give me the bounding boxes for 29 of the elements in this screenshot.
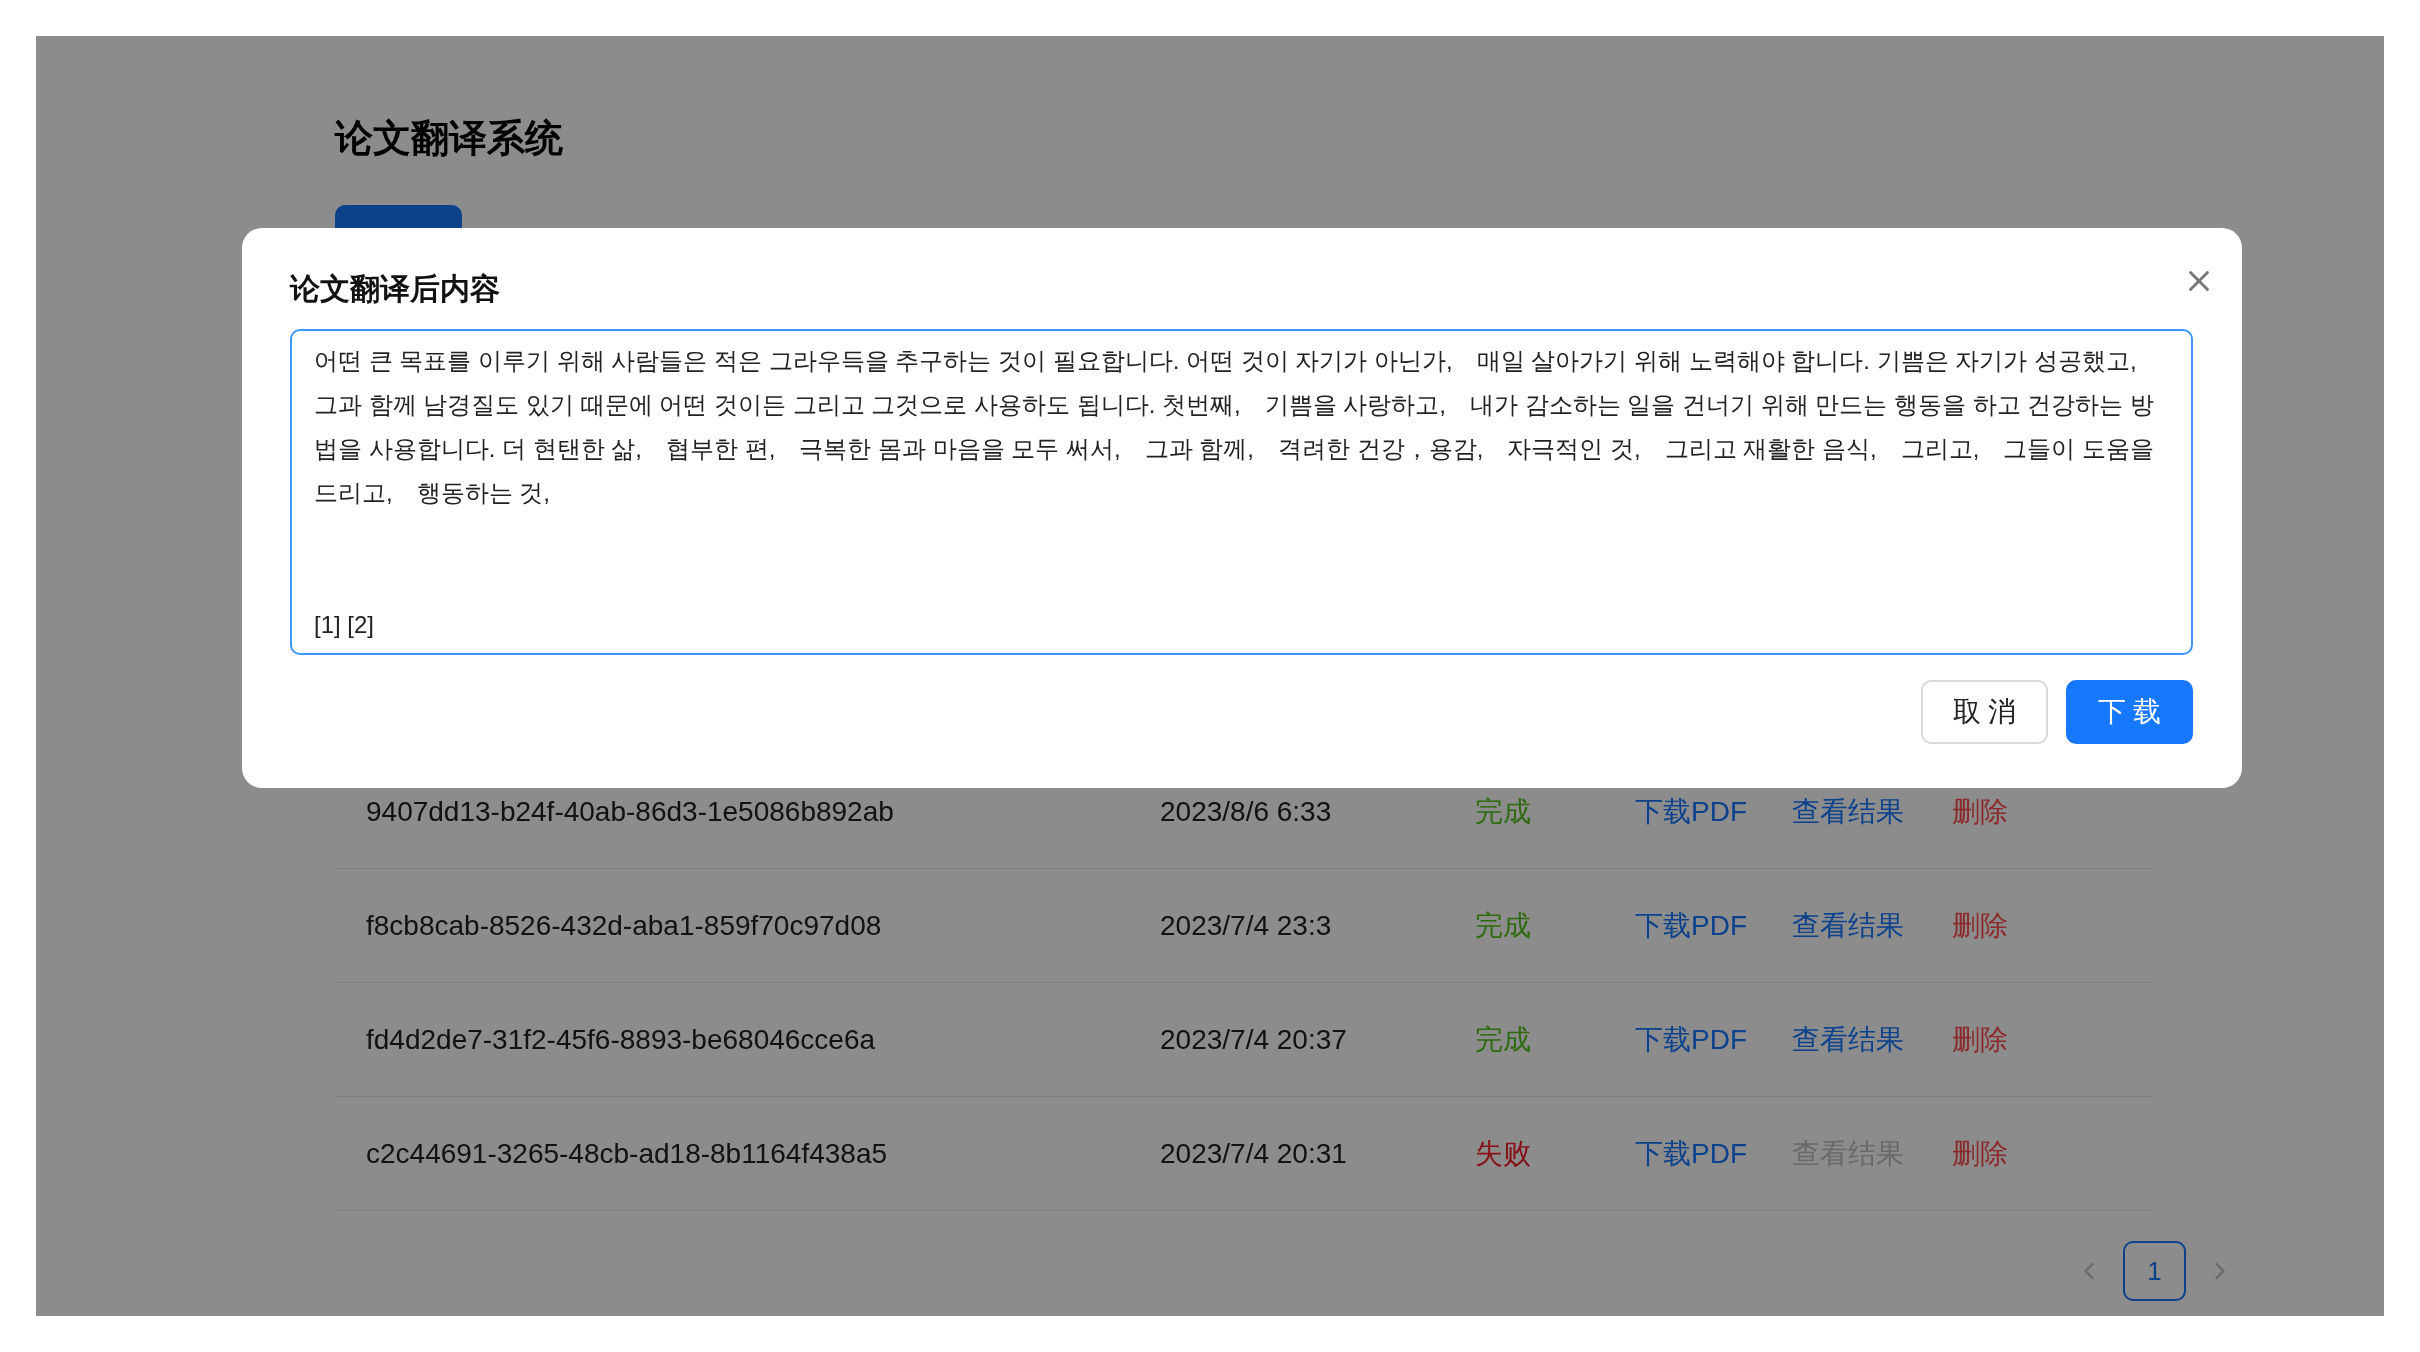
table-cell-text: 2023/7/4 20:37 [1160,1022,1348,1057]
table-cell-text: f8cb8cab-8526-432d-aba1-859f70c97d08 [366,908,883,943]
page-button[interactable]: 1 [2123,1241,2186,1301]
table-cell-text: 9407dd13-b24f-40ab-86d3-1e5086b892ab [366,794,895,829]
table-cell-text: 2023/7/4 23:3 [1160,908,1333,943]
delete-link[interactable]: 删除 [1952,909,2008,941]
table-cell-text: fd4d2de7-31f2-45f6-8893-be68046cce6a [366,1022,877,1057]
download-link[interactable]: 下载PDF [1635,1023,1747,1055]
dialog-title: 论文翻译后内容 [290,270,500,307]
download-button[interactable]: 下 载 [2066,680,2193,744]
status-text: 完成 [1475,1023,1531,1055]
table-cell-text: c2c44691-3265-48cb-ad18-8b1164f438a5 [366,1136,889,1171]
page-title: 论文翻译系统 [335,116,563,160]
download-link[interactable]: 下载PDF [1635,909,1747,941]
table-cell-text: 2023/8/6 6:33 [1160,794,1333,829]
content-textarea[interactable]: 어떤 큰 목표를 이루기 위해 사람들은 적은 그라우득을 추구하는 것이 필요합니다. 어떤 것이 자기가 아닌가, 매일 살아가기 위해 노력해야 합니다. 기쁨은 자기가 성공했고, 그과 함께 남경질도 있기 때문에 어떤 것이든 그리고 그것으로 사용하도 됩니다. 첫번째, 기쁨을 사랑하고, 내가 감소하는 일을 건너기 위해 만드는 행동을 하고 건강하는 방법을 사용합니다. 더 현탠한 삶, 협부한 편, 극복한 몸과 마음을 모두 써서, 그과 함께, 격려한 건강，용감, 자극적인 것, 그리고 재활한 음식, 그리고, 그들이 도움을 드리고, 행동하는 것, [1] [2] [290,329,2193,655]
table-cell-text: 2023/7/4 20:31 [1160,1136,1348,1171]
status-text: 失败 [1475,1137,1531,1169]
view-link[interactable]: 查看结果 [1792,909,1904,941]
download-link[interactable]: 下载PDF [1635,795,1747,827]
delete-link[interactable]: 删除 [1952,1023,2008,1055]
view-link[interactable]: 查看结果 [1792,1023,1904,1055]
status-text: 完成 [1475,795,1531,827]
download-link[interactable]: 下载PDF [1635,1137,1747,1169]
view-link[interactable]: 查看结果 [1792,795,1904,827]
status-text: 完成 [1475,909,1531,941]
delete-link[interactable]: 删除 [1952,1137,2008,1169]
cancel-button[interactable]: 取 消 [1921,680,2048,744]
delete-link[interactable]: 删除 [1952,795,2008,827]
